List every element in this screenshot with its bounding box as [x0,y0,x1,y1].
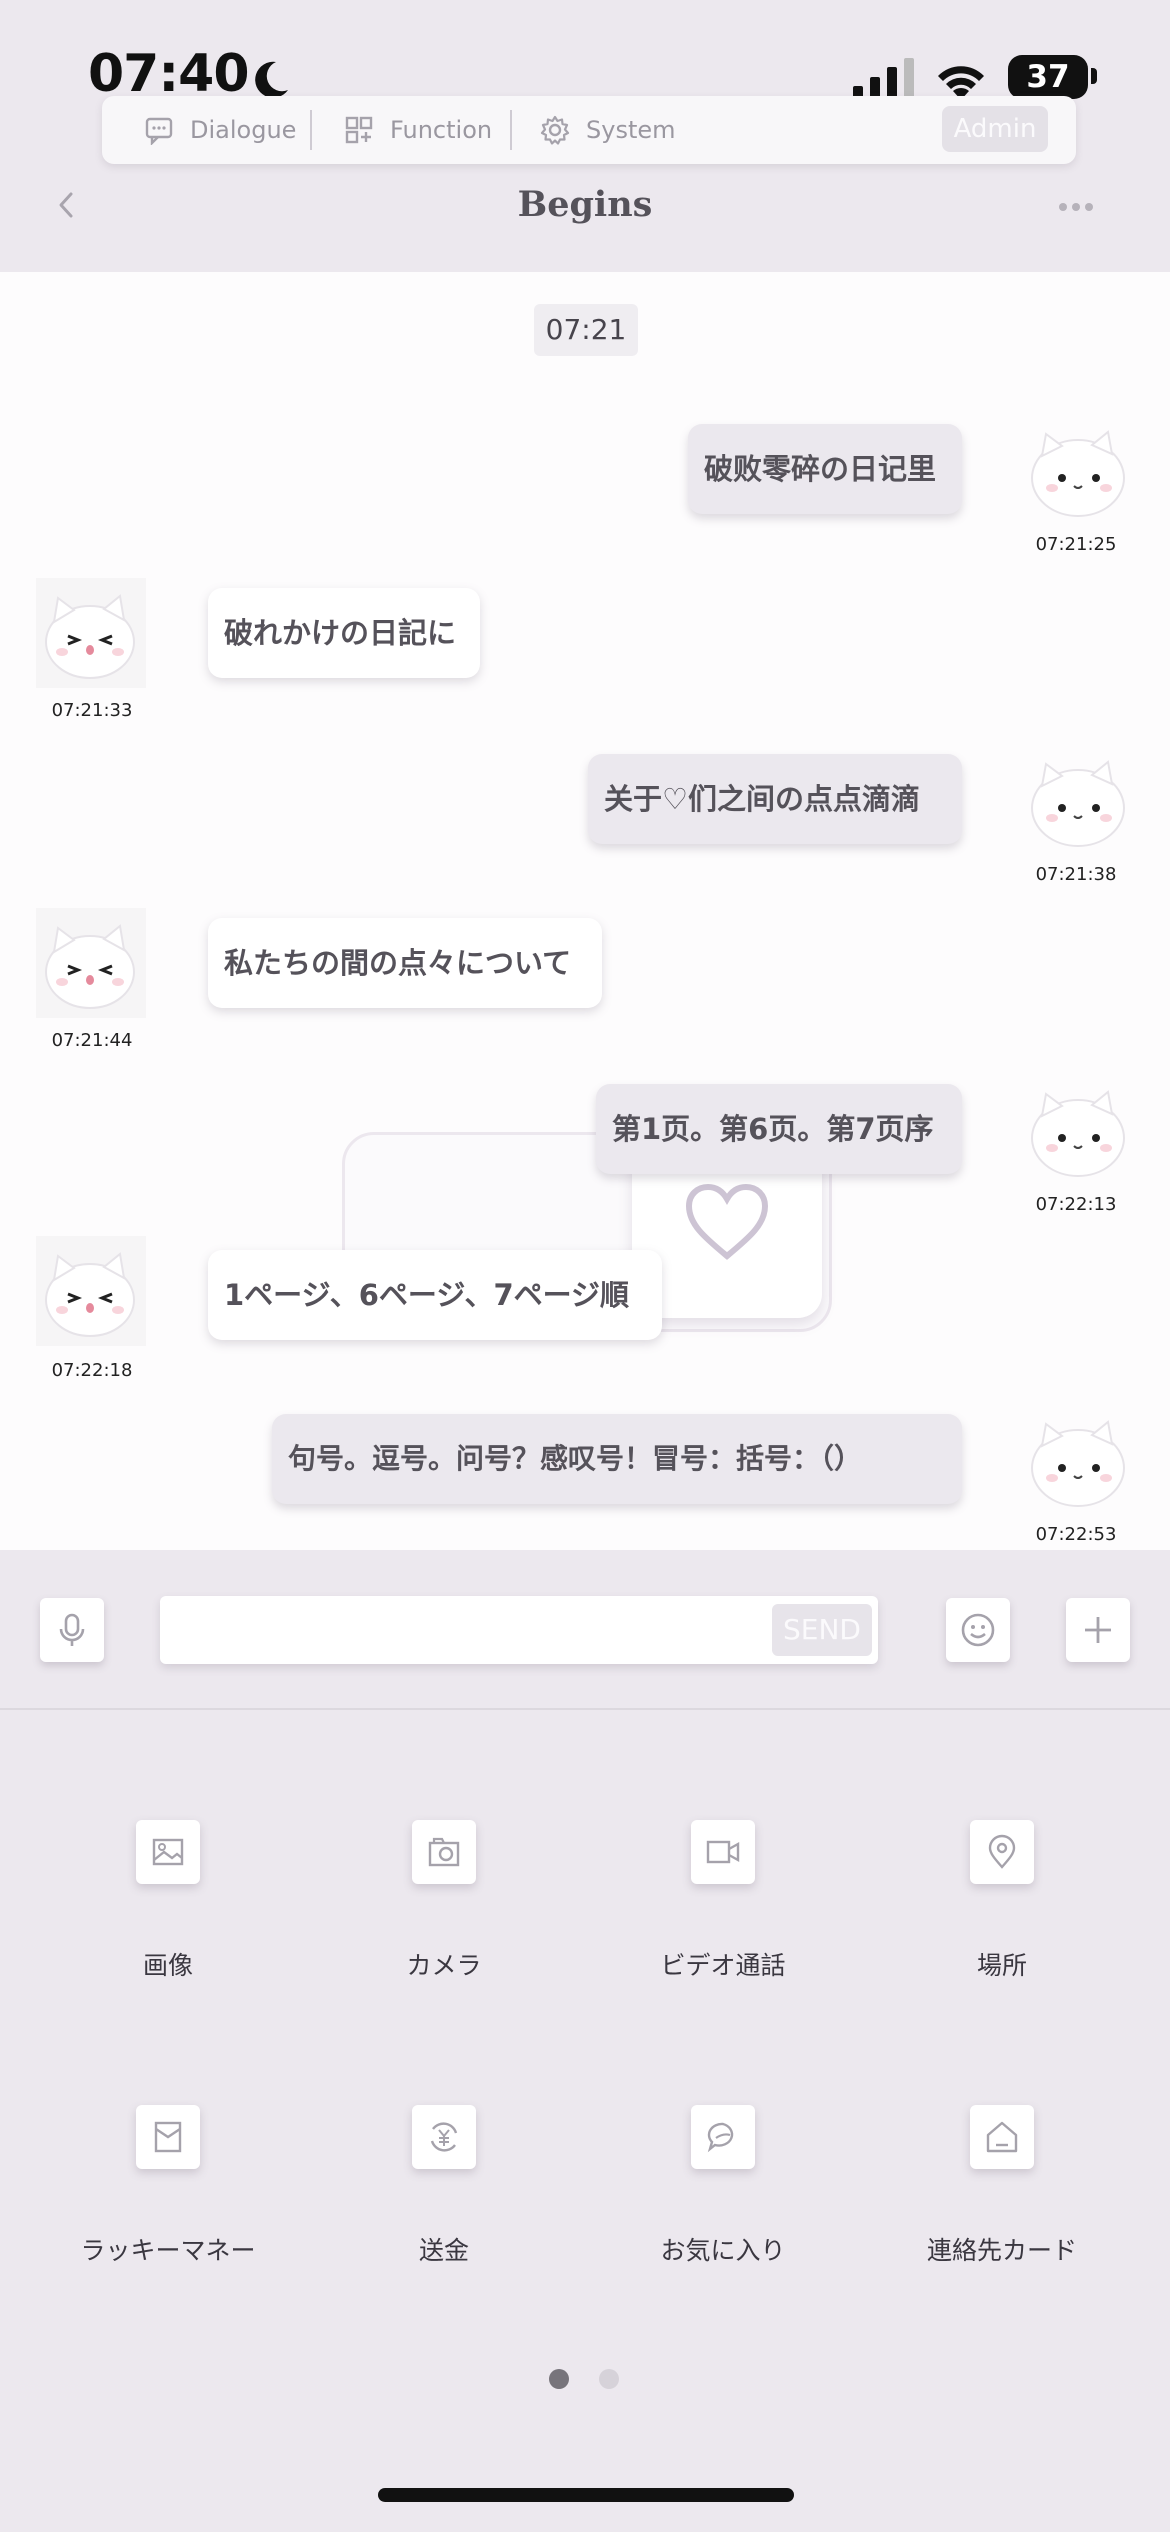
function-camera[interactable]: カメラ [309,1820,579,2050]
lucky-money-button[interactable] [136,2105,200,2169]
contact-card-button[interactable] [970,2105,1034,2169]
function-label: お気に入り [660,2236,786,2265]
voice-button[interactable] [40,1598,104,1662]
wifi-icon [938,66,984,100]
function-contact-card[interactable]: 連絡先カード [867,2105,1137,2335]
page-dot-active[interactable] [549,2369,569,2389]
camera-button[interactable] [412,1820,476,1884]
message-timestamp: 07:21:44 [51,1030,133,1051]
gear-icon [540,115,570,145]
menu-dialogue-label: Dialogue [190,116,297,144]
menu-function-label: Function [390,116,493,144]
function-transfer[interactable]: 送金 [309,2105,579,2335]
microphone-icon [59,1613,85,1646]
function-label: ビデオ通話 [660,1951,786,1980]
message-bubble-received[interactable]: 破れかけの日記に [208,588,480,678]
menu-function[interactable]: Function [344,96,492,164]
message-timestamp: 07:21:33 [51,700,133,721]
message-input[interactable] [160,1596,878,1664]
message-bubble-sent[interactable]: 第1页。第6页。第7页序 [596,1084,962,1174]
signal-icon [853,58,914,100]
page-title: Begins [517,184,653,225]
send-button[interactable]: SEND [772,1604,872,1656]
avatar-cat-received[interactable] [36,908,146,1018]
avatar-cat-sent[interactable] [1022,1406,1132,1516]
location-button[interactable] [970,1820,1034,1884]
favorites-button[interactable] [691,2105,755,2169]
message-bubble-sent[interactable]: 破败零碎の日记里 [688,424,962,514]
message-timestamp: 07:21:25 [1035,534,1117,555]
page-dot[interactable] [599,2369,619,2389]
menu-system-label: System [586,116,676,144]
video-call-icon [706,1840,740,1864]
emoji-button[interactable] [946,1598,1010,1662]
function-image[interactable]: 画像 [33,1820,303,2050]
message-timestamp: 07:22:13 [1035,1194,1117,1215]
message-timestamp: 07:21:38 [1035,864,1117,885]
camera-icon [428,1837,460,1867]
chat-area[interactable]: 07:21 破败零碎の日记里 07:21:25 07:21:33 破れかけの日記… [0,272,1170,1550]
function-video-call[interactable]: ビデオ通話 [588,1820,858,2050]
function-lucky-money[interactable]: ラッキーマネー [33,2105,303,2335]
menu-system[interactable]: System [540,96,676,164]
message-bubble-sent[interactable]: 句号。逗号。问号？感叹号！冒号：括号：（） [272,1414,962,1504]
function-label: 送金 [418,2236,469,2265]
video-call-button[interactable] [691,1820,755,1884]
status-time: 07:40 [88,44,250,104]
smiley-icon [961,1613,995,1647]
favorite-chat-icon [707,2122,734,2153]
message-bubble-sent[interactable]: 关于♡们之间の点点滴滴 [588,754,962,844]
message-bubble-received[interactable]: 私たちの間の点々について [208,918,602,1008]
yen-transfer-icon [430,2122,458,2152]
message-timestamp: 07:22:18 [51,1360,133,1381]
image-button[interactable] [136,1820,200,1884]
image-icon [152,1838,184,1866]
function-favorites[interactable]: お気に入り [588,2105,858,2335]
message-timestamp: 07:22:53 [1035,1524,1117,1545]
battery-indicator: 37 [1008,55,1088,99]
home-indicator[interactable] [378,2488,794,2502]
function-label: 画像 [142,1951,193,1980]
function-label: 場所 [976,1951,1027,1980]
function-label: 連絡先カード [926,2236,1077,2265]
avatar-cat-received[interactable] [36,578,146,688]
message-bubble-received[interactable]: 1ページ、6ページ、7ページ順 [208,1250,662,1340]
dialogue-icon [145,117,173,145]
battery-nub [1091,68,1097,84]
grid-icon [345,116,373,144]
red-envelope-icon [154,2121,182,2153]
admin-button[interactable]: Admin [942,106,1048,152]
home-card-icon [986,2121,1018,2153]
avatar-cat-sent[interactable] [1022,416,1132,526]
more-options-icon[interactable] [1058,202,1094,212]
heart-icon [685,1183,769,1260]
top-menu-bar: Dialogue Function System Admin [102,96,1076,164]
avatar-cat-received[interactable] [36,1236,146,1346]
location-pin-icon [988,1834,1016,1869]
function-label: ラッキーマネー [80,2236,256,2265]
message-input-bar: SEND [0,1550,1170,1710]
menu-dialogue[interactable]: Dialogue [144,96,296,164]
avatar-cat-sent[interactable] [1022,1076,1132,1186]
menu-divider [510,110,512,150]
avatar-cat-sent[interactable] [1022,746,1132,856]
time-divider: 07:21 [534,304,638,356]
add-button[interactable] [1066,1598,1130,1662]
function-label: カメラ [406,1951,482,1980]
function-location[interactable]: 場所 [867,1820,1137,2050]
plus-icon [1085,1617,1111,1643]
menu-divider [310,110,312,150]
transfer-button[interactable] [412,2105,476,2169]
